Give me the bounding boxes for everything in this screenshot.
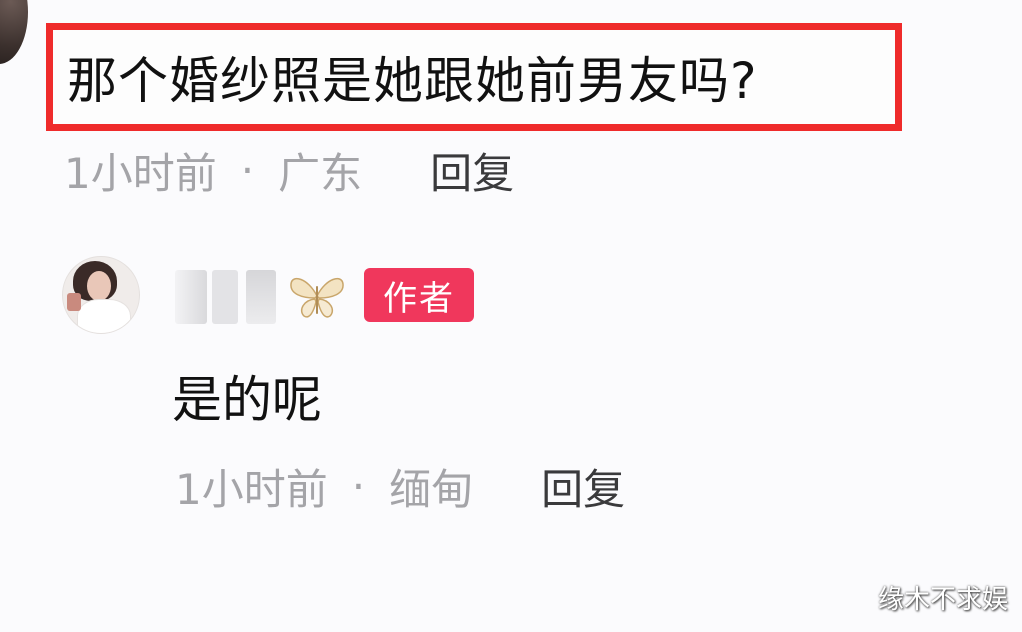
- comment-time: 1小时前: [64, 149, 217, 198]
- reply-time: 1小时前: [175, 465, 328, 514]
- watermark: 缘木不求娱: [877, 585, 1008, 615]
- author-avatar[interactable]: [62, 256, 140, 334]
- reply-text: 是的呢: [172, 371, 322, 429]
- reply-button[interactable]: 回复: [541, 456, 625, 517]
- reply-location: 缅甸: [389, 465, 474, 514]
- author-name-blurred[interactable]: [246, 270, 276, 324]
- author-name-blurred[interactable]: [175, 270, 207, 324]
- meta-separator: ·: [351, 462, 366, 511]
- commenter-avatar[interactable]: [0, 0, 28, 64]
- author-name-blurred[interactable]: [212, 270, 238, 324]
- comment-text: 那个婚纱照是她跟她前男友吗?: [67, 52, 758, 110]
- reply-meta: 1小时前 · 缅甸 回复: [175, 456, 625, 517]
- highlighted-comment: 那个婚纱照是她跟她前男友吗?: [46, 23, 902, 131]
- butterfly-icon: [290, 277, 344, 318]
- comment-meta: 1小时前 · 广东 回复: [64, 140, 514, 201]
- meta-separator: ·: [240, 146, 255, 195]
- reply-button[interactable]: 回复: [430, 140, 514, 201]
- author-badge: 作者: [364, 268, 474, 322]
- comment-location: 广东: [278, 149, 363, 198]
